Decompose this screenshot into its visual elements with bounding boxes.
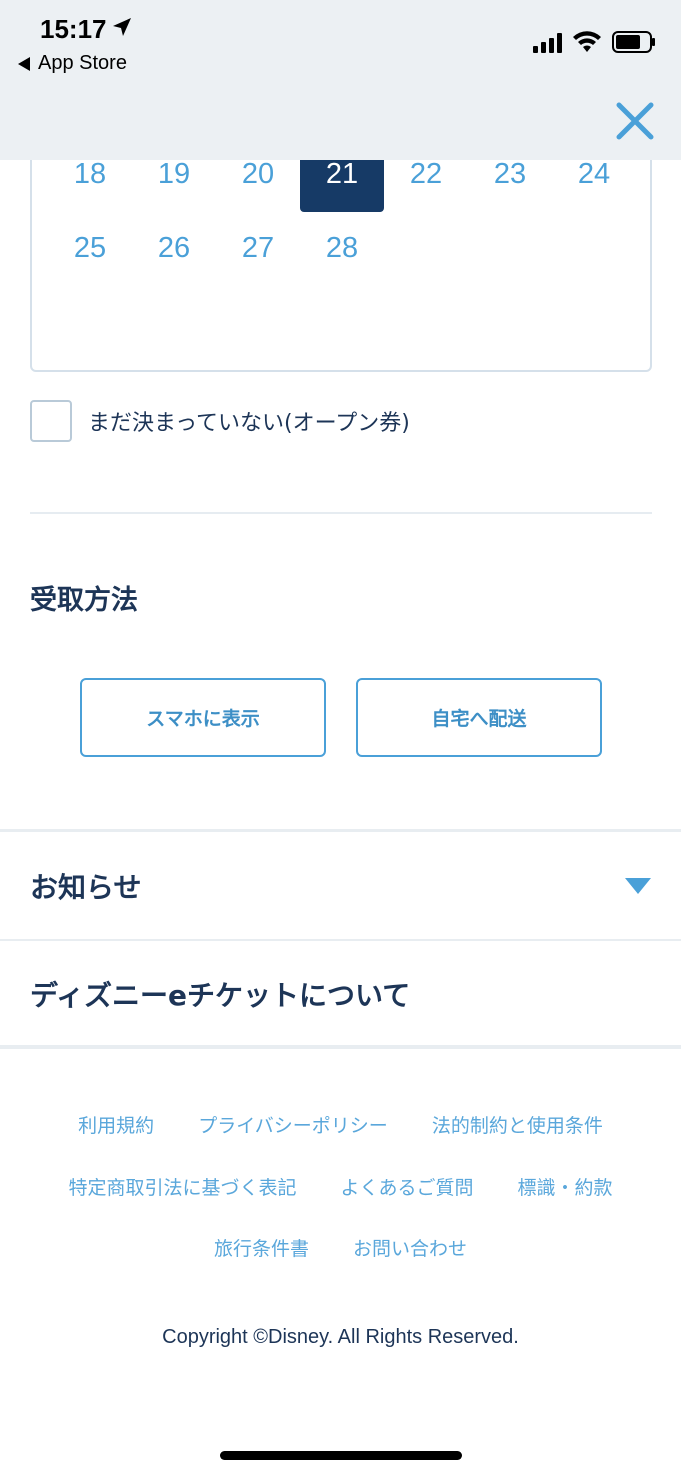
calendar-day[interactable]: 26 <box>132 224 216 286</box>
open-ticket-option[interactable]: まだ決まっていない(オープン券) <box>30 400 410 442</box>
notice-title: お知らせ <box>30 871 142 904</box>
calendar-day[interactable]: 27 <box>216 224 300 286</box>
footer-link-privacy[interactable]: プライバシーポリシー <box>198 1111 388 1138</box>
footer-link-contact[interactable]: お問い合わせ <box>353 1234 467 1261</box>
notice-accordion[interactable]: お知らせ <box>0 834 681 938</box>
section-divider <box>0 829 681 832</box>
footer-link-legal[interactable]: 法的制約と使用条件 <box>432 1111 603 1138</box>
back-to-app-link[interactable]: App Store <box>18 52 127 75</box>
footer-links-row: 旅行条件書 お問い合わせ <box>0 1234 681 1261</box>
show-on-smartphone-button[interactable]: スマホに表示 <box>80 678 326 757</box>
status-time: 15:17 <box>40 14 107 44</box>
battery-icon <box>612 31 655 53</box>
footer-links-row: 利用規約 プライバシーポリシー 法的制約と使用条件 <box>0 1111 681 1138</box>
section-divider <box>0 939 681 941</box>
home-indicator[interactable] <box>220 1451 462 1460</box>
receipt-method-title: 受取方法 <box>30 585 138 616</box>
copyright-text: Copyright ©Disney. All Rights Reserved. <box>162 1326 519 1348</box>
open-ticket-checkbox[interactable] <box>30 400 72 442</box>
location-arrow-icon <box>113 18 131 36</box>
about-eticket-title: ディズニーeチケットについて <box>30 979 411 1012</box>
section-divider <box>0 1045 681 1049</box>
footer-link-commerce-law[interactable]: 特定商取引法に基づく表記 <box>68 1173 296 1200</box>
calendar-day[interactable]: 25 <box>48 224 132 286</box>
footer-link-travel-conditions[interactable]: 旅行条件書 <box>214 1234 309 1261</box>
footer-link-terms[interactable]: 利用規約 <box>78 1111 154 1138</box>
calendar-day[interactable]: 28 <box>300 224 384 286</box>
expand-triangle-icon <box>625 878 651 894</box>
footer-link-terms-conditions[interactable]: 標識・約款 <box>518 1173 613 1200</box>
deliver-to-home-button[interactable]: 自宅へ配送 <box>356 678 602 757</box>
section-divider <box>30 512 652 514</box>
wifi-icon <box>573 31 601 52</box>
calendar-grid: 18 19 20 21 22 23 24 25 26 27 28 <box>48 150 636 298</box>
cellular-signal-icon <box>533 33 562 53</box>
back-app-label: App Store <box>38 52 127 74</box>
open-ticket-label: まだ決まっていない(オープン券) <box>88 411 410 436</box>
footer-link-faq[interactable]: よくあるご質問 <box>340 1173 473 1200</box>
footer-links-row: 特定商取引法に基づく表記 よくあるご質問 標識・約款 <box>0 1173 681 1200</box>
back-triangle-icon <box>18 56 30 71</box>
top-bar: 15:17 App Store <box>0 0 681 160</box>
about-eticket-link[interactable]: ディズニーeチケットについて <box>0 942 681 1046</box>
close-icon[interactable] <box>614 100 656 142</box>
